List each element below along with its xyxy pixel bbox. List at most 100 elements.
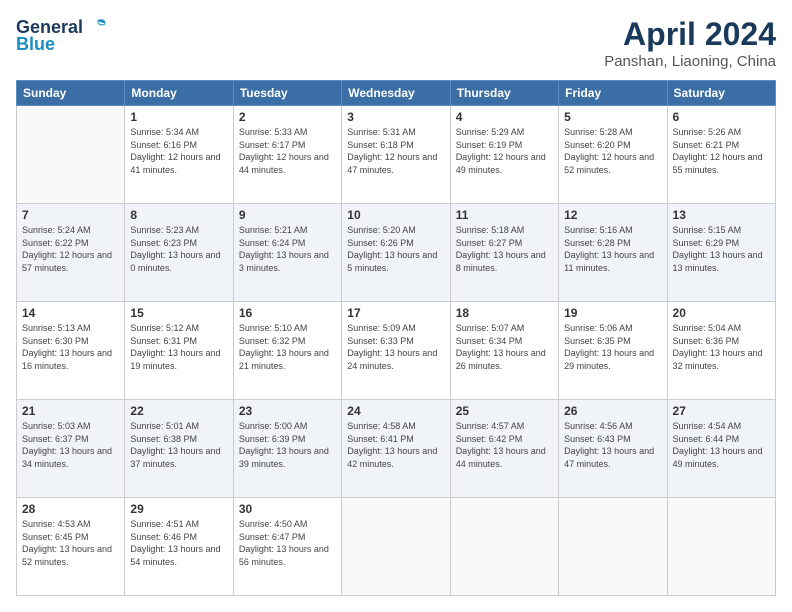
day-number: 7 <box>22 208 119 222</box>
sunrise-text: Sunrise: 5:33 AM <box>239 127 308 137</box>
day-info: Sunrise: 5:07 AM Sunset: 6:34 PM Dayligh… <box>456 322 553 372</box>
sunset-text: Sunset: 6:41 PM <box>347 434 414 444</box>
day-info: Sunrise: 5:00 AM Sunset: 6:39 PM Dayligh… <box>239 420 336 470</box>
day-info: Sunrise: 5:06 AM Sunset: 6:35 PM Dayligh… <box>564 322 661 372</box>
day-number: 17 <box>347 306 444 320</box>
sunset-text: Sunset: 6:33 PM <box>347 336 414 346</box>
table-row: 29 Sunrise: 4:51 AM Sunset: 6:46 PM Dayl… <box>125 498 233 596</box>
table-row: 18 Sunrise: 5:07 AM Sunset: 6:34 PM Dayl… <box>450 302 558 400</box>
sunset-text: Sunset: 6:36 PM <box>673 336 740 346</box>
day-number: 29 <box>130 502 227 516</box>
sunset-text: Sunset: 6:17 PM <box>239 140 306 150</box>
sunset-text: Sunset: 6:31 PM <box>130 336 197 346</box>
sunset-text: Sunset: 6:30 PM <box>22 336 89 346</box>
calendar-week-row: 21 Sunrise: 5:03 AM Sunset: 6:37 PM Dayl… <box>17 400 776 498</box>
daylight-text: Daylight: 13 hours and 42 minutes. <box>347 446 437 469</box>
day-info: Sunrise: 5:10 AM Sunset: 6:32 PM Dayligh… <box>239 322 336 372</box>
table-row <box>17 106 125 204</box>
day-info: Sunrise: 5:03 AM Sunset: 6:37 PM Dayligh… <box>22 420 119 470</box>
day-number: 14 <box>22 306 119 320</box>
sunset-text: Sunset: 6:37 PM <box>22 434 89 444</box>
day-number: 19 <box>564 306 661 320</box>
logo: General Blue <box>16 16 109 55</box>
day-number: 11 <box>456 208 553 222</box>
daylight-text: Daylight: 12 hours and 52 minutes. <box>564 152 654 175</box>
sunset-text: Sunset: 6:32 PM <box>239 336 306 346</box>
sunset-text: Sunset: 6:39 PM <box>239 434 306 444</box>
table-row: 9 Sunrise: 5:21 AM Sunset: 6:24 PM Dayli… <box>233 204 341 302</box>
calendar-week-row: 28 Sunrise: 4:53 AM Sunset: 6:45 PM Dayl… <box>17 498 776 596</box>
day-number: 28 <box>22 502 119 516</box>
sunset-text: Sunset: 6:19 PM <box>456 140 523 150</box>
calendar-week-row: 1 Sunrise: 5:34 AM Sunset: 6:16 PM Dayli… <box>17 106 776 204</box>
table-row: 16 Sunrise: 5:10 AM Sunset: 6:32 PM Dayl… <box>233 302 341 400</box>
day-info: Sunrise: 5:21 AM Sunset: 6:24 PM Dayligh… <box>239 224 336 274</box>
table-row: 30 Sunrise: 4:50 AM Sunset: 6:47 PM Dayl… <box>233 498 341 596</box>
table-row: 27 Sunrise: 4:54 AM Sunset: 6:44 PM Dayl… <box>667 400 775 498</box>
sunset-text: Sunset: 6:18 PM <box>347 140 414 150</box>
sunset-text: Sunset: 6:44 PM <box>673 434 740 444</box>
daylight-text: Daylight: 13 hours and 54 minutes. <box>130 544 220 567</box>
logo-bird-icon <box>87 16 109 38</box>
sunrise-text: Sunrise: 5:24 AM <box>22 225 91 235</box>
day-number: 10 <box>347 208 444 222</box>
day-info: Sunrise: 5:01 AM Sunset: 6:38 PM Dayligh… <box>130 420 227 470</box>
day-info: Sunrise: 4:58 AM Sunset: 6:41 PM Dayligh… <box>347 420 444 470</box>
day-number: 15 <box>130 306 227 320</box>
sunset-text: Sunset: 6:45 PM <box>22 532 89 542</box>
sunrise-text: Sunrise: 5:13 AM <box>22 323 91 333</box>
day-number: 9 <box>239 208 336 222</box>
table-row: 2 Sunrise: 5:33 AM Sunset: 6:17 PM Dayli… <box>233 106 341 204</box>
header-wednesday: Wednesday <box>342 81 450 106</box>
daylight-text: Daylight: 13 hours and 11 minutes. <box>564 250 654 273</box>
day-info: Sunrise: 5:16 AM Sunset: 6:28 PM Dayligh… <box>564 224 661 274</box>
logo-text-blue: Blue <box>16 34 55 55</box>
sunrise-text: Sunrise: 5:16 AM <box>564 225 633 235</box>
table-row: 6 Sunrise: 5:26 AM Sunset: 6:21 PM Dayli… <box>667 106 775 204</box>
day-info: Sunrise: 4:54 AM Sunset: 6:44 PM Dayligh… <box>673 420 770 470</box>
daylight-text: Daylight: 13 hours and 47 minutes. <box>564 446 654 469</box>
table-row: 15 Sunrise: 5:12 AM Sunset: 6:31 PM Dayl… <box>125 302 233 400</box>
sunrise-text: Sunrise: 5:23 AM <box>130 225 199 235</box>
day-info: Sunrise: 5:12 AM Sunset: 6:31 PM Dayligh… <box>130 322 227 372</box>
sunrise-text: Sunrise: 4:58 AM <box>347 421 416 431</box>
day-number: 30 <box>239 502 336 516</box>
table-row: 7 Sunrise: 5:24 AM Sunset: 6:22 PM Dayli… <box>17 204 125 302</box>
table-row: 23 Sunrise: 5:00 AM Sunset: 6:39 PM Dayl… <box>233 400 341 498</box>
day-info: Sunrise: 5:20 AM Sunset: 6:26 PM Dayligh… <box>347 224 444 274</box>
table-row: 17 Sunrise: 5:09 AM Sunset: 6:33 PM Dayl… <box>342 302 450 400</box>
sunset-text: Sunset: 6:43 PM <box>564 434 631 444</box>
day-number: 1 <box>130 110 227 124</box>
sunrise-text: Sunrise: 5:03 AM <box>22 421 91 431</box>
sunrise-text: Sunrise: 4:54 AM <box>673 421 742 431</box>
day-number: 3 <box>347 110 444 124</box>
table-row: 4 Sunrise: 5:29 AM Sunset: 6:19 PM Dayli… <box>450 106 558 204</box>
sunrise-text: Sunrise: 5:21 AM <box>239 225 308 235</box>
sunset-text: Sunset: 6:23 PM <box>130 238 197 248</box>
sunset-text: Sunset: 6:42 PM <box>456 434 523 444</box>
day-info: Sunrise: 5:04 AM Sunset: 6:36 PM Dayligh… <box>673 322 770 372</box>
calendar-subtitle: Panshan, Liaoning, China <box>604 53 776 70</box>
day-number: 23 <box>239 404 336 418</box>
table-row <box>342 498 450 596</box>
table-row: 13 Sunrise: 5:15 AM Sunset: 6:29 PM Dayl… <box>667 204 775 302</box>
sunrise-text: Sunrise: 5:29 AM <box>456 127 525 137</box>
daylight-text: Daylight: 13 hours and 37 minutes. <box>130 446 220 469</box>
calendar-table: Sunday Monday Tuesday Wednesday Thursday… <box>16 80 776 596</box>
daylight-text: Daylight: 13 hours and 44 minutes. <box>456 446 546 469</box>
daylight-text: Daylight: 13 hours and 5 minutes. <box>347 250 437 273</box>
header-thursday: Thursday <box>450 81 558 106</box>
day-info: Sunrise: 5:23 AM Sunset: 6:23 PM Dayligh… <box>130 224 227 274</box>
daylight-text: Daylight: 13 hours and 21 minutes. <box>239 348 329 371</box>
sunrise-text: Sunrise: 5:31 AM <box>347 127 416 137</box>
sunset-text: Sunset: 6:28 PM <box>564 238 631 248</box>
header-row: Sunday Monday Tuesday Wednesday Thursday… <box>17 81 776 106</box>
sunset-text: Sunset: 6:16 PM <box>130 140 197 150</box>
daylight-text: Daylight: 12 hours and 47 minutes. <box>347 152 437 175</box>
day-number: 12 <box>564 208 661 222</box>
table-row: 22 Sunrise: 5:01 AM Sunset: 6:38 PM Dayl… <box>125 400 233 498</box>
daylight-text: Daylight: 13 hours and 13 minutes. <box>673 250 763 273</box>
sunrise-text: Sunrise: 5:00 AM <box>239 421 308 431</box>
daylight-text: Daylight: 12 hours and 49 minutes. <box>456 152 546 175</box>
daylight-text: Daylight: 13 hours and 3 minutes. <box>239 250 329 273</box>
